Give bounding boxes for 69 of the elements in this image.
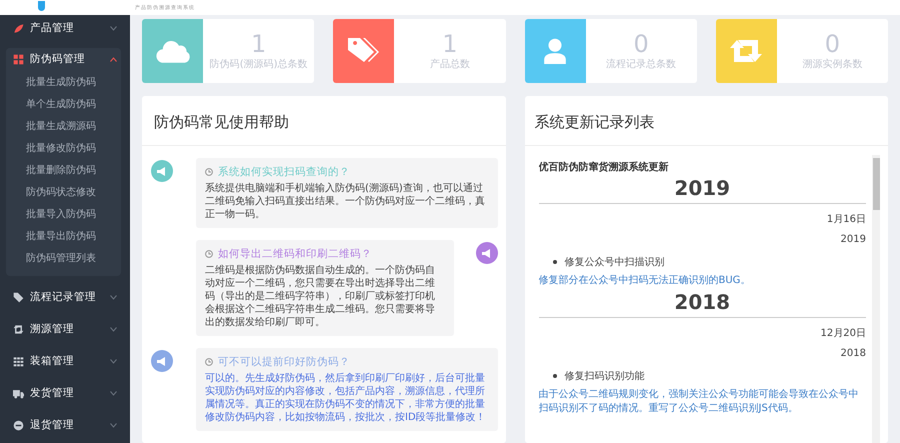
sidebar-submenu-item[interactable]: 单个生成防伪码 xyxy=(6,94,121,116)
panel-title: 系统更新记录列表 xyxy=(524,96,888,146)
megaphone-icon xyxy=(157,356,167,366)
sidebar-submenu-item[interactable]: 批量删除防伪码 xyxy=(6,160,121,182)
stat-value: 1 xyxy=(250,31,266,57)
update-heading: 优百防伪防窜货溯源系统更新 xyxy=(538,160,670,174)
sidebar-submenu-item[interactable]: 防伪码管理列表 xyxy=(6,248,121,270)
sidebar-menu-item[interactable]: 装箱管理 xyxy=(6,350,121,372)
sidebar-menu-item[interactable]: 发货管理 xyxy=(6,382,121,404)
help-question: 如何导出二维码和印刷二维码？ xyxy=(218,247,372,261)
update-year: 2019 xyxy=(840,234,866,245)
clock-icon xyxy=(205,358,213,366)
chevron-down-icon xyxy=(110,294,117,300)
leaf-icon xyxy=(13,22,24,34)
stat-label: 溯源实例条数 xyxy=(802,58,862,71)
chevron-up-icon xyxy=(110,56,117,62)
year-heading: 2019 xyxy=(538,176,866,204)
update-item: 修复公众号中扫描识别 xyxy=(564,256,664,269)
chevron-down-icon xyxy=(110,422,117,428)
sidebar-submenu-item[interactable]: 批量导入防伪码 xyxy=(6,204,121,226)
update-item: 修复扫码识别功能 xyxy=(564,370,644,383)
help-question: 可不可以提前印好防伪码？ xyxy=(218,355,350,369)
stat-value: 0 xyxy=(824,31,840,57)
sidebar-submenu-item[interactable]: 批量生成溯源码 xyxy=(6,116,121,138)
megaphone-icon xyxy=(482,248,492,258)
cloud-icon xyxy=(156,39,190,63)
retweet-icon xyxy=(13,324,24,334)
tag-icon xyxy=(13,292,24,302)
sidebar-submenu-item[interactable]: 防伪码状态修改 xyxy=(6,182,121,204)
sidebar-submenu-item[interactable]: 批量生成防伪码 xyxy=(6,72,121,94)
bullet-icon xyxy=(552,260,556,264)
retweet-icon xyxy=(730,38,762,64)
grid-icon xyxy=(13,54,24,64)
chevron-down-icon xyxy=(110,390,117,396)
sidebar-menu-item[interactable]: 溯源管理 xyxy=(6,318,121,340)
help-answer: 二维码是根据防伪码数据自动生成的。一个防伪码自动对应一个二维码，您只需要在导出时选择导出二维码（导出的是二维码字符串），印刷厂或标签打印机会根据这个二维码字符串生成二维码。您只需要将导出的数据发给印刷厂即可。 xyxy=(205,264,436,329)
update-date: 1月16日 xyxy=(826,213,866,226)
sidebar-menu-item[interactable]: 退货管理 xyxy=(6,414,121,436)
bullet-icon xyxy=(552,374,556,378)
sidebar-submenu-item[interactable]: 批量导出防伪码 xyxy=(6,226,121,248)
minus-circle-icon xyxy=(13,420,24,430)
sidebar-submenu-item[interactable]: 批量修改防伪码 xyxy=(6,138,121,160)
scrollbar[interactable] xyxy=(872,155,880,443)
update-date: 12月20日 xyxy=(820,327,866,340)
chevron-down-icon xyxy=(110,326,117,332)
stat-value: 0 xyxy=(633,31,649,57)
help-answer: 可以的。先生成好防伪码，然后拿到印刷厂印刷好，后台可批量实现防伪码对应的内容修改，包括产品内容，溯源信息，代理所属情况等。真正的实现在防伪码不变的情况下，非常方便的批量修改防伪码内容，比如按物流码，按批次，按ID段等批量修改！ xyxy=(205,372,487,424)
sidebar-menu-item[interactable]: 流程记录管理 xyxy=(6,286,121,308)
stat-value: 1 xyxy=(442,31,458,57)
update-year: 2018 xyxy=(840,348,866,359)
stat-label: 流程记录总条数 xyxy=(606,58,676,71)
tag-icon xyxy=(346,37,381,65)
user-icon xyxy=(542,38,568,64)
chevron-down-icon xyxy=(110,26,117,30)
year-heading: 2018 xyxy=(538,290,866,318)
chevron-down-icon xyxy=(110,358,117,364)
panel-title: 防伪码常见使用帮助 xyxy=(142,96,506,146)
truck-icon xyxy=(13,388,24,398)
grid-icon xyxy=(13,356,24,366)
update-detail: 修复部分在公众号中扫码无法正确识别的BUG。 xyxy=(538,274,752,288)
clock-icon xyxy=(205,250,213,258)
update-detail: 由于公众号二维码规则变化，强制关注公众号功能可能会导致在公众号中扫码识别不了码的情况。重写了公众号二维码识别JS代码。 xyxy=(538,388,860,416)
clock-icon xyxy=(205,168,213,176)
megaphone-icon xyxy=(157,166,167,176)
stat-label: 防伪码(溯源码)总条数 xyxy=(210,58,308,71)
help-answer: 系统提供电脑端和手机端输入防伪码(溯源码)查询，也可以通过二维码免输入扫码直接出结果。一个防伪码对应一个二维码，真正一物一码。 xyxy=(205,182,486,221)
sidebar-menu-item[interactable]: 产品管理 xyxy=(6,17,121,39)
help-question: 系统如何实现扫码查询的？ xyxy=(218,165,350,179)
stat-label: 产品总数 xyxy=(430,58,470,71)
